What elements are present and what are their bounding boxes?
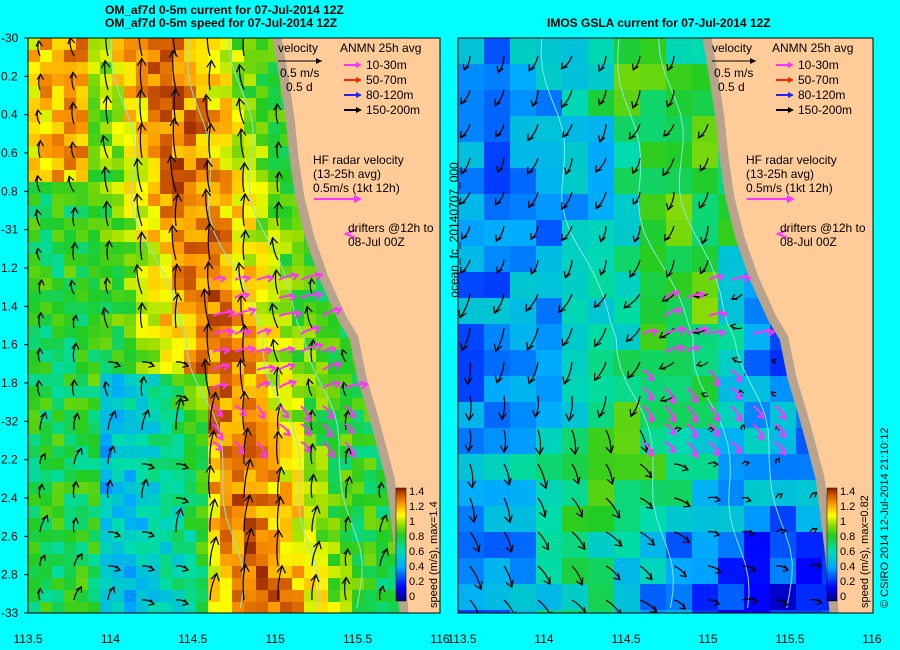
legend-drifters-line2-right: 08-Jul 00Z [780, 235, 837, 249]
y-axis-labels: -30 0.2 0.4 0.6 0.8 -31 1.2 1.4 1.6 1.8 -32 2.2 2.4 2… [1, 31, 28, 620]
x-axis-tick-left: 114 [101, 632, 120, 646]
colorbar-tick: 0.6 [409, 546, 424, 558]
colorbar-tick: 0.6 [840, 546, 855, 558]
x-axis-tick-right: 116 [862, 632, 881, 646]
colorbar-tick: 0.8 [409, 531, 424, 543]
y-axis-tick: 2.2 [1, 453, 18, 467]
colorbar-tick: 1.2 [409, 501, 424, 513]
y-axis-tick: 2.8 [1, 568, 18, 582]
y-axis-tick: -30 [1, 31, 19, 45]
colorbar-tick: 0.2 [840, 576, 855, 588]
anmn-legend-label: 150-200m [798, 103, 852, 117]
colorbar-tick: 0 [840, 591, 846, 603]
colorbar-tick: 1 [840, 516, 846, 528]
legend-velocity-title-right: velocity [712, 41, 752, 55]
x-axis-tick-right: 114 [534, 632, 553, 646]
legend-velocity-scale-right: 0.5 m/s [714, 66, 753, 80]
y-axis-tick: 1.4 [1, 299, 18, 313]
colorbar-tick: 0 [409, 591, 415, 603]
x-axis-tick-right: 114.5 [611, 632, 640, 646]
legend-velocity-time: 0.5 d [286, 80, 313, 94]
x-axis-tick-left: 115.5 [343, 632, 372, 646]
legend-velocity-scale: 0.5 m/s [280, 66, 319, 80]
anmn-legend-label: 150-200m [366, 103, 420, 117]
x-axis-tick-left: 114.5 [178, 632, 207, 646]
legend-hf-scale: 0.5m/s (1kt 12h) [313, 181, 400, 195]
x-axis-tick-right: 115.5 [775, 632, 804, 646]
legend-velocity-title: velocity [278, 41, 318, 55]
y-axis-tick: 0.4 [1, 108, 18, 122]
x-axis-tick-right: 113.5 [447, 632, 476, 646]
legend-velocity-time-right: 0.5 d [718, 80, 745, 94]
y-axis-tick: 1.6 [1, 338, 18, 352]
legend-drifters-line2: 08-Jul 00Z [348, 235, 405, 249]
y-axis-tick: 2.6 [1, 529, 18, 543]
x-axis-tick-left: 113.5 [13, 632, 42, 646]
x-axis-labels: 113.5 114 114.5 115 115.5 116 113.5 114 114.5 115… [13, 632, 881, 646]
x-axis-tick-right: 115 [698, 632, 717, 646]
y-axis-tick: 0.8 [1, 184, 18, 198]
legend-hf-scale-right: 0.5m/s (1kt 12h) [746, 181, 833, 195]
y-axis-tick: 2.4 [1, 491, 18, 505]
legend-drifters-line1-right: drifters @12h to [780, 221, 866, 235]
y-axis-tick: 0.6 [1, 146, 18, 160]
y-axis-tick: 1.2 [1, 261, 18, 275]
legend-anmn-title-right: ANMN 25h avg [772, 41, 853, 55]
legend-hf-title: HF radar velocity [313, 153, 404, 167]
legend-drifters-line1: drifters @12h to [348, 221, 434, 235]
colorbar-tick: 1 [409, 516, 415, 528]
colorbar-tick: 1.2 [840, 501, 855, 513]
colorbar-tick: 0.4 [840, 561, 855, 573]
colorbar-tick: 1.4 [840, 486, 855, 498]
colorbar-tick: 1.4 [409, 486, 424, 498]
anmn-legend-label: 80-120m [798, 88, 845, 102]
colorbar-tick: 0.8 [840, 531, 855, 543]
map-figure: -30 0.2 0.4 0.6 0.8 -31 1.2 1.4 1.6 1.8 -32 2.2 2.4 2… [1, 31, 891, 646]
right-map-panel [458, 38, 873, 613]
anmn-legend-label: 80-120m [366, 88, 413, 102]
colorbar-tick: 0.2 [409, 576, 424, 588]
anmn-legend-label: 50-70m [798, 73, 839, 87]
y-axis-tick: 1.8 [1, 376, 18, 390]
anmn-legend-label: 10-30m [798, 58, 839, 72]
y-axis-tick: -31 [1, 223, 19, 237]
y-axis-tick: -33 [1, 606, 19, 620]
x-axis-tick-left: 115 [266, 632, 285, 646]
y-axis-tick: 0.2 [1, 69, 18, 83]
legend-hf-avg: (13-25h avg) [313, 167, 381, 181]
right-colorbar-label: speed (m/s), max=0.82 [859, 495, 871, 608]
credit-text: © CSIRO 2014 12-Jul-2014 21:10:12 [879, 427, 891, 608]
legend-anmn-title: ANMN 25h avg [340, 41, 421, 55]
left-colorbar-label: speed (m/s), max=1.4 [428, 501, 440, 608]
colorbar-tick: 0.4 [409, 561, 424, 573]
legend-hf-avg-right: (13-25h avg) [746, 167, 814, 181]
anmn-legend-label: 10-30m [366, 58, 407, 72]
legend-hf-title-right: HF radar velocity [746, 153, 837, 167]
y-axis-tick: -32 [1, 414, 19, 428]
anmn-legend-label: 50-70m [366, 73, 407, 87]
right-side-label: ocean_fc_20140707_000 [447, 162, 461, 298]
